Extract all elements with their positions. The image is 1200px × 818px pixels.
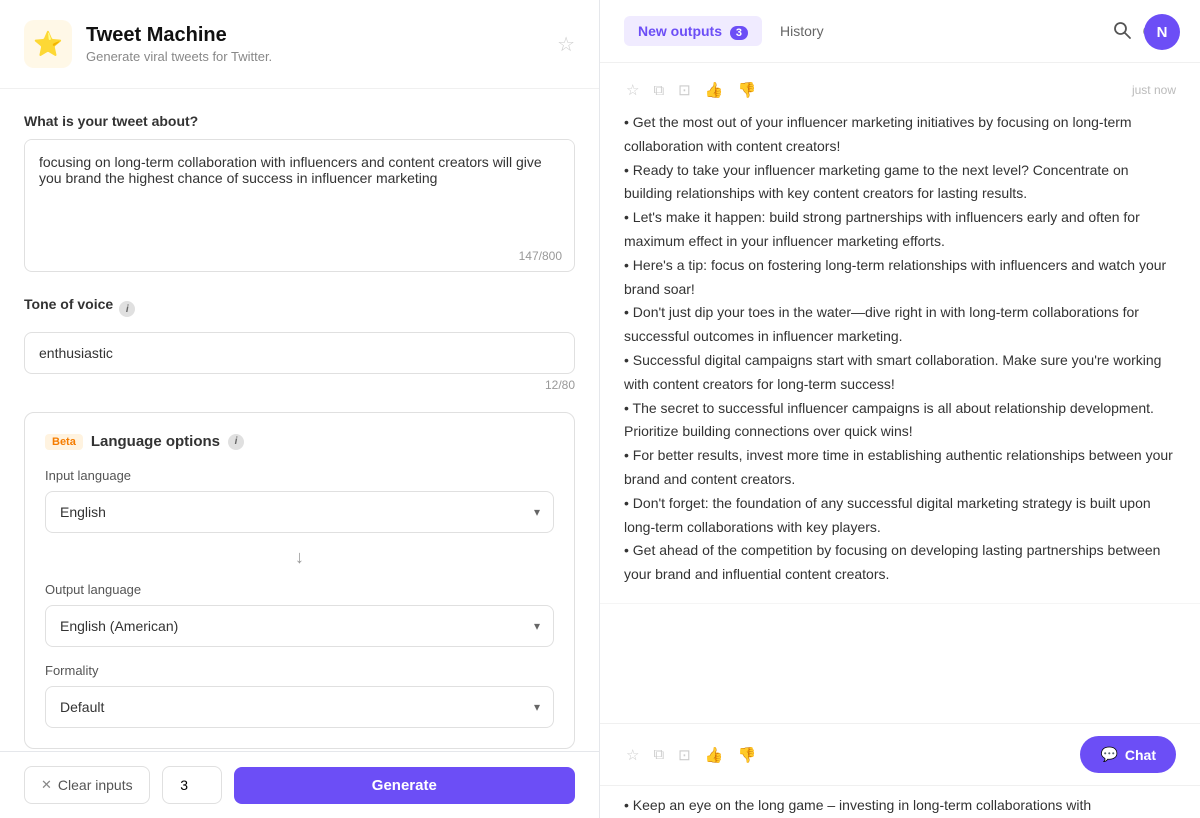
new-outputs-label: New outputs <box>638 23 722 39</box>
bottom-star-button[interactable]: ☆ <box>624 744 641 766</box>
output-area: ☆ ⧉ ⊡ 👍 👎 just now • Get the most out of… <box>600 63 1200 723</box>
top-right-nav: N <box>1092 0 1200 64</box>
chat-icon: 💬 <box>1100 746 1117 763</box>
bottom-output-bar: ☆ ⧉ ⊡ 👍 👎 💬 Chat <box>600 723 1200 785</box>
tone-label-row: Tone of voice i <box>24 296 575 322</box>
clear-label: Clear inputs <box>58 777 133 793</box>
app-icon: ⭐ <box>24 20 72 68</box>
new-outputs-badge: 3 <box>730 26 748 40</box>
timestamp: just now <box>1132 83 1176 97</box>
right-panel: N New outputs 3 History Clear ☆ ⧉ ⊡ 👍 👎 … <box>600 0 1200 818</box>
thumbs-up-button[interactable]: 👍 <box>703 79 726 101</box>
tab-history[interactable]: History <box>766 16 838 46</box>
lang-info-icon[interactable]: i <box>228 434 244 450</box>
input-lang-wrapper: English Spanish French German ▾ <box>45 491 554 533</box>
copy-button[interactable]: ⧉ <box>651 80 666 101</box>
left-panel: ⭐ Tweet Machine Generate viral tweets fo… <box>0 0 600 818</box>
bottom-bar: ✕ Clear inputs Generate <box>0 751 599 818</box>
tweet-textarea-wrapper: focusing on long-term collaboration with… <box>24 139 575 272</box>
output-item: ☆ ⧉ ⊡ 👍 👎 just now • Get the most out of… <box>600 63 1200 604</box>
app-title-block: Tweet Machine Generate viral tweets for … <box>86 24 272 64</box>
output-text: • Get the most out of your influencer ma… <box>624 111 1176 587</box>
formality-wrapper: Default Formal Informal ▾ <box>45 686 554 728</box>
output-lang-wrapper: English (American) English (British) Spa… <box>45 605 554 647</box>
count-input[interactable] <box>162 766 222 804</box>
bottom-thumbs-down-button[interactable]: 👎 <box>735 744 758 766</box>
generate-button[interactable]: Generate <box>234 767 575 804</box>
bottom-output-actions: ☆ ⧉ ⊡ 👍 👎 <box>624 744 758 766</box>
arrow-down-icon: ↓ <box>45 547 554 568</box>
tweet-char-count: 147/800 <box>25 245 574 271</box>
tone-info-icon[interactable]: i <box>119 301 135 317</box>
tweet-input[interactable]: focusing on long-term collaboration with… <box>25 140 574 240</box>
formality-select[interactable]: Default Formal Informal <box>45 686 554 728</box>
user-avatar[interactable]: N <box>1144 14 1180 50</box>
output-actions: ☆ ⧉ ⊡ 👍 👎 <box>624 79 758 101</box>
star-output-button[interactable]: ☆ <box>624 79 641 101</box>
input-lang-select[interactable]: English Spanish French German <box>45 491 554 533</box>
language-section: Beta Language options i Input language E… <box>24 412 575 749</box>
formality-section: Formality Default Formal Informal ▾ <box>45 663 554 728</box>
output-lang-section: Output language English (American) Engli… <box>45 582 554 647</box>
overflow-output-text: • Keep an eye on the long game – investi… <box>600 785 1200 818</box>
thumbs-down-button[interactable]: 👎 <box>735 79 758 101</box>
bottom-thumbs-up-button[interactable]: 👍 <box>703 744 726 766</box>
clear-inputs-button[interactable]: ✕ Clear inputs <box>24 766 150 804</box>
tone-input[interactable] <box>24 332 575 374</box>
bottom-copy-button[interactable]: ⧉ <box>651 744 666 765</box>
x-icon: ✕ <box>41 777 52 793</box>
output-lang-label: Output language <box>45 582 554 597</box>
lang-header: Beta Language options i <box>45 433 554 450</box>
search-button[interactable] <box>1112 20 1132 45</box>
app-header: ⭐ Tweet Machine Generate viral tweets fo… <box>0 0 599 89</box>
beta-badge: Beta <box>45 434 83 450</box>
app-subtitle: Generate viral tweets for Twitter. <box>86 49 272 64</box>
tone-label: Tone of voice <box>24 296 113 312</box>
output-lang-select[interactable]: English (American) English (British) Spa… <box>45 605 554 647</box>
chat-label: Chat <box>1125 747 1156 763</box>
tone-section: Tone of voice i 12/80 <box>24 296 575 392</box>
tone-char-count: 12/80 <box>24 378 575 392</box>
formality-label: Formality <box>45 663 554 678</box>
app-info: ⭐ Tweet Machine Generate viral tweets fo… <box>24 20 272 68</box>
tweet-label: What is your tweet about? <box>24 113 575 129</box>
input-lang-label: Input language <box>45 468 554 483</box>
lang-options-title: Language options <box>91 433 220 450</box>
tabs-row: New outputs 3 History <box>624 16 838 46</box>
bottom-save-button[interactable]: ⊡ <box>676 744 693 766</box>
output-toolbar: ☆ ⧉ ⊡ 👍 👎 just now <box>624 79 1176 101</box>
tab-new-outputs[interactable]: New outputs 3 <box>624 16 762 46</box>
app-title: Tweet Machine <box>86 24 272 47</box>
save-button[interactable]: ⊡ <box>676 79 693 101</box>
chat-button[interactable]: 💬 Chat <box>1080 736 1176 773</box>
favorite-button[interactable]: ☆ <box>557 32 575 57</box>
left-content: What is your tweet about? focusing on lo… <box>0 89 599 751</box>
